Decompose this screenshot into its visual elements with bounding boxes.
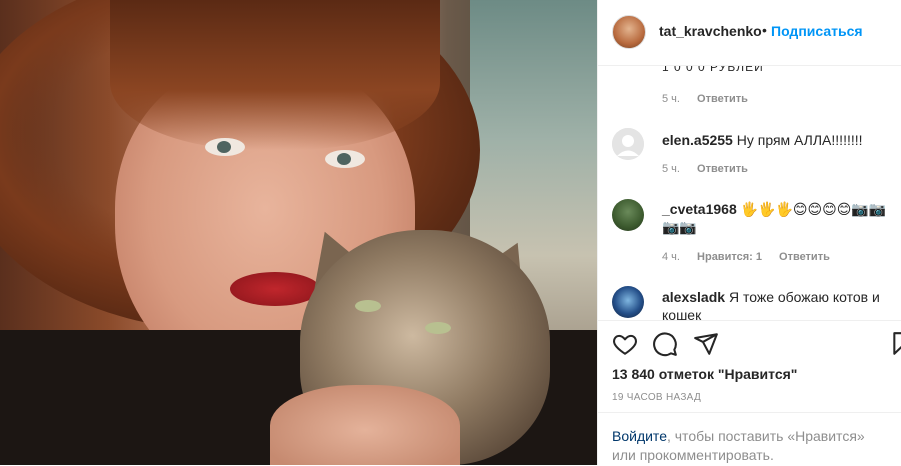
author-username[interactable]: tat_kravchenko (659, 23, 762, 39)
comment-time: 5 ч. (662, 93, 680, 105)
photo-eye-left (205, 138, 245, 156)
photo-cat-eye-right (425, 322, 451, 334)
reply-button[interactable]: Ответить (779, 251, 830, 263)
comments-list[interactable]: 1 0 0 0 РУБЛЕЙ 5 ч. Ответить elen.a5255 … (598, 66, 901, 320)
photo-hand (270, 385, 460, 465)
photo-fringe (110, 0, 440, 150)
heart-icon[interactable] (612, 331, 638, 357)
comment-body: alexsladk Я тоже обожаю котов и кошек (662, 288, 897, 320)
comment-meta: 5 ч. Ответить (662, 93, 762, 105)
comment-meta: 5 ч. Ответить (662, 163, 762, 175)
login-link[interactable]: Войдите (612, 428, 667, 444)
commenter-username[interactable]: alexsladk (662, 289, 725, 305)
reply-button[interactable]: Ответить (697, 93, 748, 105)
comment-body: _cveta1968 🖐🖐🖐😊😊😊😊📷📷📷📷 (662, 200, 892, 236)
reply-button[interactable]: Ответить (697, 163, 748, 175)
commenter-username[interactable]: _cveta1968 (662, 201, 737, 217)
comment-meta: 4 ч. Нравится: 1 Ответить (662, 251, 844, 263)
comment-text: 1 0 0 0 РУБЛЕЙ (662, 66, 764, 74)
commenter-avatar[interactable] (612, 286, 644, 318)
action-bar (598, 320, 901, 365)
post-photo[interactable] (0, 0, 597, 465)
login-prompt-text: Войдите, чтобы поставить «Нравится» или … (612, 427, 892, 465)
instagram-post: tat_kravchenko • Подписаться 1 0 0 0 РУБ… (0, 0, 901, 465)
commenter-username[interactable]: elen.a5255 (662, 132, 733, 148)
header-separator: • (762, 22, 767, 38)
commenter-avatar[interactable] (612, 199, 644, 231)
comment-body: elen.a5255 Ну прям АЛЛА!!!!!!!! (662, 131, 897, 149)
follow-button[interactable]: Подписаться (771, 23, 863, 39)
comment-time: 5 ч. (662, 163, 680, 175)
photo-cat-eye-left (355, 300, 381, 312)
post-side-panel: tat_kravchenko • Подписаться 1 0 0 0 РУБ… (597, 0, 901, 465)
comment-icon[interactable] (652, 331, 678, 357)
login-prompt: Войдите, чтобы поставить «Нравится» или … (598, 412, 901, 466)
author-avatar[interactable] (612, 15, 646, 49)
default-avatar-icon (612, 128, 644, 160)
bookmark-icon[interactable] (890, 331, 901, 357)
likes-count[interactable]: 13 840 отметок "Нравится" (612, 366, 797, 382)
post-header: tat_kravchenko • Подписаться (598, 0, 901, 66)
commenter-avatar[interactable] (612, 128, 644, 160)
share-icon[interactable] (693, 331, 719, 357)
comment-time: 4 ч. (662, 251, 680, 263)
comment-text: Ну прям АЛЛА!!!!!!!! (736, 132, 863, 148)
photo-eye-right (325, 150, 365, 168)
comment-likes-count[interactable]: Нравится: 1 (697, 251, 762, 263)
post-timestamp[interactable]: 19 ЧАСОВ НАЗАД (612, 392, 701, 403)
